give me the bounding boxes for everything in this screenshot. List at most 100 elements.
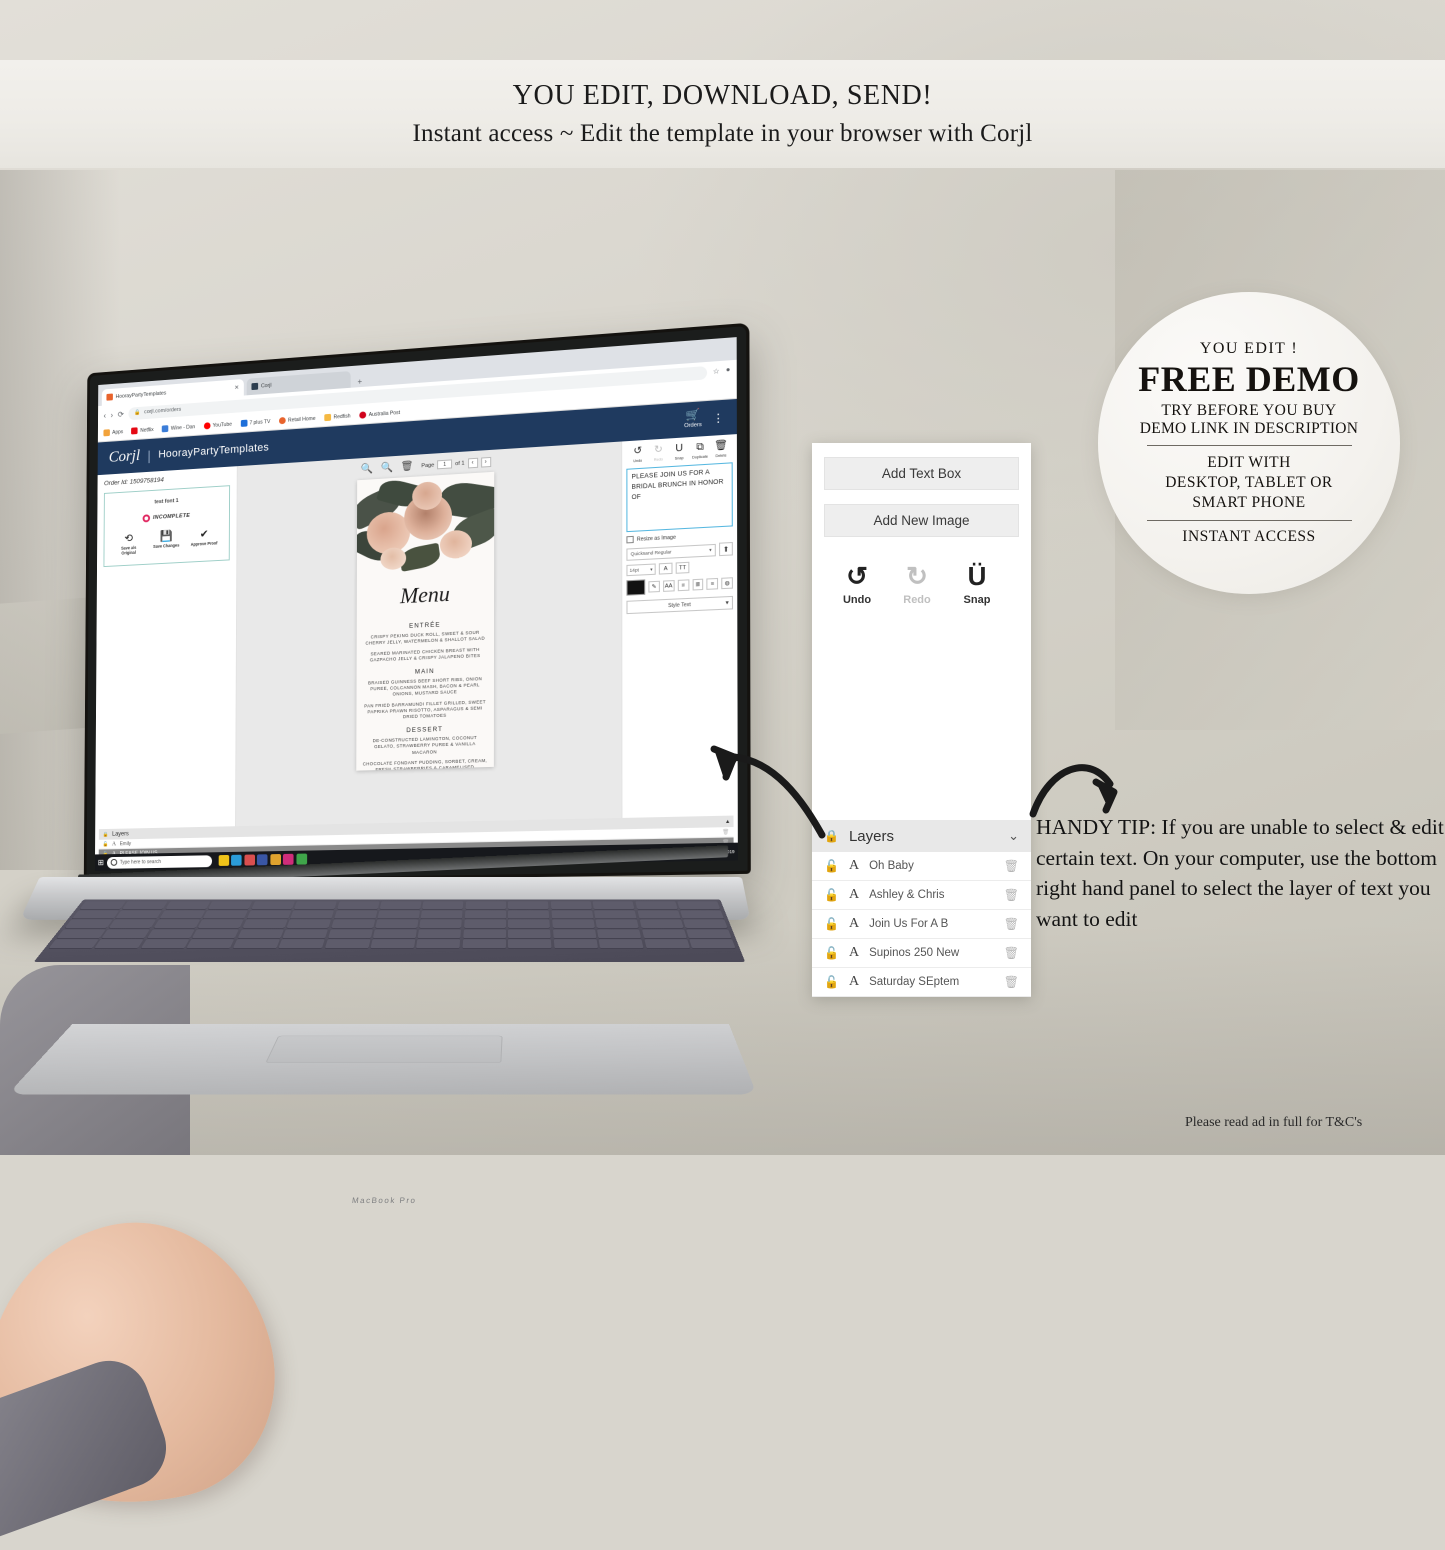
zoom-out-icon[interactable]: 🔍 — [381, 462, 393, 474]
taskbar-app-icon[interactable] — [218, 854, 229, 866]
bookmark-item[interactable]: YouTube — [203, 421, 232, 430]
chevron-down-icon: ▾ — [725, 600, 729, 607]
redo-button[interactable]: ↻ Redo — [648, 444, 669, 463]
decrease-size-button[interactable]: A — [658, 562, 673, 575]
new-tab-icon[interactable]: + — [354, 377, 366, 388]
bookmark-item[interactable]: Redfish — [324, 412, 351, 422]
action-label: Save Changes — [153, 542, 180, 549]
trash-icon[interactable]: 🗑 — [1004, 888, 1019, 902]
unlock-icon[interactable]: 🔓 — [824, 946, 839, 960]
bookmark-item[interactable]: 7 plus TV — [240, 418, 270, 427]
forward-icon[interactable]: › — [111, 410, 114, 419]
profile-icon[interactable]: ● — [726, 366, 731, 375]
text-layer-icon: A — [848, 858, 860, 873]
unlock-icon[interactable]: 🔓 — [824, 888, 839, 902]
orders-button[interactable]: 🛒 Orders — [684, 409, 702, 430]
letter-spacing-button[interactable]: AA — [662, 580, 675, 592]
add-new-image-button[interactable]: Add New Image — [824, 504, 1019, 537]
undo-button[interactable]: ↺ Undo — [627, 445, 648, 464]
font-upload-button[interactable]: ⬆ — [719, 541, 733, 557]
taskbar-app-icon[interactable] — [283, 853, 294, 865]
prev-page-button[interactable]: ‹ — [467, 457, 478, 468]
action-label: Approve Proof — [190, 540, 218, 547]
eyedropper-button[interactable]: ✎ — [648, 580, 660, 593]
undo-icon: ↺ — [846, 561, 868, 591]
align-left-button[interactable]: ≣ — [692, 578, 704, 591]
corjl-brand[interactable]: Corjl | HoorayPartyTemplates — [109, 439, 269, 467]
redo-button[interactable]: ↻ Redo — [896, 563, 938, 606]
redo-icon: ↻ — [906, 561, 928, 591]
text-color-swatch[interactable] — [626, 579, 646, 596]
increase-size-button[interactable]: TT — [675, 561, 690, 574]
unlock-icon[interactable]: 🔓 — [824, 975, 839, 989]
bookmark-item[interactable]: Wine - Dan — [161, 423, 195, 433]
laptop-trackpad[interactable] — [265, 1035, 503, 1063]
layer-row[interactable]: 🔓 A Saturday SEptem 🗑 — [812, 968, 1031, 997]
save-as-original-button[interactable]: ⟲ Save a/s Original — [114, 533, 144, 556]
taskbar-app-icon[interactable] — [231, 854, 242, 866]
resize-as-image-checkbox[interactable]: Resize as Image — [626, 531, 732, 544]
layers-title: Layers — [848, 827, 894, 845]
taskbar-app-icon[interactable] — [257, 854, 268, 866]
corjl-header-actions: 🛒 Orders ⋮ — [684, 408, 724, 430]
add-text-box-button[interactable]: Add Text Box — [824, 457, 1019, 490]
layers-header[interactable]: 🔒 Layers ⌄ — [812, 820, 1031, 852]
next-page-button[interactable]: › — [480, 456, 491, 468]
chevron-down-icon[interactable]: ⌄ — [1008, 828, 1019, 844]
floral-artwork — [356, 472, 495, 588]
reload-icon[interactable]: ⟳ — [118, 410, 124, 419]
text-editor-input[interactable]: PLEASE JOIN US FOR A BRIDAL BRUNCH IN HO… — [626, 462, 733, 533]
layer-row[interactable]: 🔓 A Oh Baby 🗑 — [812, 852, 1031, 881]
menu-icon[interactable]: ⋮ — [712, 411, 724, 425]
free-demo-badge: YOU EDIT ! FREE DEMO TRY BEFORE YOU BUY … — [1098, 292, 1400, 594]
taskbar-app-icon[interactable] — [296, 853, 307, 865]
trash-icon[interactable]: 🗑 — [1004, 975, 1019, 989]
unlock-icon[interactable]: 🔓 — [102, 841, 108, 847]
duplicate-button[interactable]: ⧉ Duplicate — [690, 441, 711, 460]
font-family-select[interactable]: Quicksand Regular ▾ — [626, 543, 716, 561]
trash-icon[interactable]: 🗑 — [401, 461, 414, 473]
unlock-icon[interactable]: 🔓 — [824, 917, 839, 931]
bookmark-item[interactable]: Netflix — [131, 426, 154, 435]
windows-start-icon[interactable]: ⊞ — [98, 858, 104, 867]
bookmark-item[interactable]: Australia Post — [359, 409, 400, 419]
approve-proof-button[interactable]: ✔ Approve Proof — [189, 528, 219, 553]
promo-banner: YOU EDIT, DOWNLOAD, SEND! Instant access… — [0, 60, 1445, 168]
undo-button[interactable]: ↺ Undo — [836, 563, 878, 606]
page-input[interactable]: 1 — [437, 459, 453, 470]
curve-text-button[interactable]: ◍ — [721, 577, 733, 590]
unlock-icon[interactable]: 🔓 — [824, 859, 839, 873]
delete-button[interactable]: 🗑 Delete — [711, 440, 732, 459]
menu-design-card[interactable]: Menu ENTRÉE CRISPY PEKING DUCK ROLL, SWE… — [356, 471, 495, 771]
taskbar-app-icon[interactable] — [270, 854, 281, 866]
layer-row[interactable]: 🔓 A Supinos 250 New 🗑 — [812, 939, 1031, 968]
trash-icon[interactable]: 🗑 — [1004, 917, 1019, 931]
line-height-button[interactable]: ≡ — [677, 579, 689, 592]
zoom-in-icon[interactable]: 🔍 — [361, 463, 373, 475]
close-icon[interactable]: ✕ — [234, 384, 239, 391]
bookmark-item[interactable]: Retail Home — [278, 415, 316, 425]
trash-icon[interactable]: 🗑 — [1004, 859, 1019, 873]
layer-row[interactable]: 🔓 A Ashley & Chris 🗑 — [812, 881, 1031, 910]
undo-clock-icon: ⟲ — [124, 532, 134, 545]
snap-button[interactable]: U Snap — [669, 443, 690, 461]
font-size-select[interactable]: 14pt ▾ — [626, 563, 656, 577]
order-card[interactable]: test font 1 INCOMPLETE ⟲ Save a/s Origin… — [103, 485, 231, 568]
tool-label: Snap — [674, 456, 684, 461]
save-changes-button[interactable]: 💾 Save Changes — [151, 530, 181, 554]
action-label: Save a/s Original — [121, 545, 137, 556]
layer-row[interactable]: 🔓 A Join Us For A B 🗑 — [812, 910, 1031, 939]
bookmark-item[interactable]: Apps — [103, 428, 123, 437]
trash-icon[interactable]: 🗑 — [1004, 946, 1019, 960]
windows-search-input[interactable]: Type here to search — [106, 854, 212, 869]
align-center-button[interactable]: ≡ — [706, 577, 719, 590]
style-text-select[interactable]: Style Text ▾ — [626, 595, 734, 615]
back-icon[interactable]: ‹ — [104, 411, 107, 420]
scene: YOU EDIT, DOWNLOAD, SEND! Instant access… — [0, 0, 1445, 1550]
bookmark-label: Retail Home — [288, 415, 316, 424]
star-icon[interactable]: ☆ — [713, 367, 720, 376]
status-text: INCOMPLETE — [152, 512, 191, 521]
snap-button[interactable]: Ü Snap — [956, 563, 998, 606]
menu-item: CRISPY PEKING DUCK ROLL, SWEET & SOUR CH… — [365, 629, 485, 647]
taskbar-app-icon[interactable] — [244, 854, 255, 866]
